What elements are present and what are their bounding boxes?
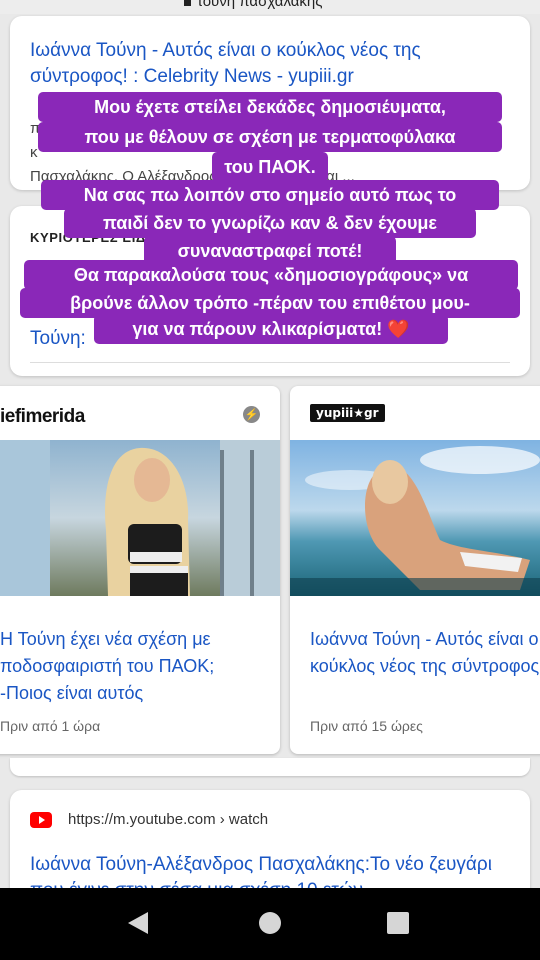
result-title-link[interactable]: Ιωάννα Τούνη - Αυτός είναι ο κούκλος νέο… bbox=[30, 38, 510, 90]
lock-icon bbox=[184, 0, 191, 7]
result-url: https://m.youtube.com › watch bbox=[68, 811, 269, 828]
overlay-line: Να σας πω λοιπόν στο σημείο αυτό πως το bbox=[41, 180, 499, 210]
news-source-logo: yupiii★gr bbox=[310, 404, 385, 422]
overlay-line: για να πάρουν κλικαρίσματα! ❤️ bbox=[94, 314, 448, 344]
news-timestamp: Πριν από 1 ώρα bbox=[0, 718, 101, 734]
overlay-line: Μου έχετε στείλει δεκάδες δημοσιέυματα, bbox=[38, 92, 502, 122]
overlay-line: παιδί δεν το γνωρίζω καν & δεν έχουμε bbox=[64, 208, 476, 238]
divider bbox=[30, 362, 510, 363]
address-bar[interactable]: τουνη πασχαλακης bbox=[0, 0, 540, 14]
photo-woman-black-outfit bbox=[0, 440, 280, 596]
overlay-line: του ΠΑΟΚ. bbox=[212, 152, 328, 182]
search-query: τουνη πασχαλακης bbox=[184, 0, 323, 10]
news-thumbnail[interactable] bbox=[290, 440, 540, 596]
snippet-fragment-2: κ bbox=[30, 144, 38, 161]
home-icon[interactable] bbox=[259, 912, 281, 934]
news-card-iefimerida[interactable]: iefimerida ⚡ Η Τούνη έχει νέα σχέση με π… bbox=[0, 386, 280, 754]
photo-woman-beach bbox=[290, 440, 540, 596]
news-headline[interactable]: Ιωάννα Τούνη - Αυτός είναι ο κούκλος νέο… bbox=[310, 626, 540, 680]
news-source-logo: iefimerida bbox=[0, 406, 85, 427]
news-timestamp: Πριν από 15 ώρες bbox=[310, 718, 423, 734]
back-icon[interactable] bbox=[128, 912, 148, 934]
news-card-yupiii[interactable]: yupiii★gr Ιωάννα Τούνη - Αυτός είναι ο κ… bbox=[290, 386, 540, 754]
yupiii-logo: yupiii★gr bbox=[310, 404, 385, 422]
news-thumbnail[interactable] bbox=[0, 440, 280, 596]
amp-lightning-icon: ⚡ bbox=[243, 406, 260, 423]
youtube-icon bbox=[30, 812, 52, 828]
recent-apps-icon[interactable] bbox=[387, 912, 409, 934]
top-stories-link[interactable]: Τούνη: bbox=[30, 328, 86, 350]
news-headline[interactable]: Η Τούνη έχει νέα σχέση με ποδοσφαιριστή … bbox=[0, 626, 270, 707]
overlay-line: που με θέλουν σε σχέση με τερματοφύλακα bbox=[38, 122, 502, 152]
top-stories-footer bbox=[10, 758, 530, 776]
search-query-text: τουνη πασχαλακης bbox=[197, 0, 323, 10]
android-navigation-bar bbox=[0, 888, 540, 960]
overlay-line: Θα παρακαλούσα τους «δημοσιογράφους» να bbox=[24, 260, 518, 290]
